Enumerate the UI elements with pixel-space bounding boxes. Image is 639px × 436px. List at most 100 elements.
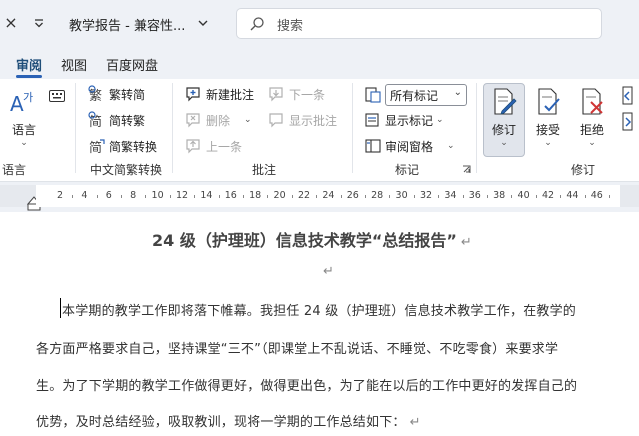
- ruler-minor-mark: [194, 195, 196, 198]
- ruler-tick-label: 32: [419, 190, 433, 201]
- simplified-to-traditional-icon: 简: [88, 111, 102, 129]
- simplified-to-traditional-button[interactable]: 简 简转繁: [88, 110, 145, 130]
- search-placeholder: 搜索: [277, 19, 304, 34]
- next-comment-icon: [269, 87, 283, 102]
- previous-comment-button[interactable]: 上一条: [185, 136, 242, 156]
- reviewing-pane-button[interactable]: 审阅窗格 ⌄: [364, 136, 455, 156]
- ruler-minor-mark: [413, 195, 415, 198]
- ruler-tick-label: 40: [517, 190, 530, 201]
- quick-access-dropdown-icon[interactable]: [32, 14, 46, 32]
- ruler-tick-label: 30: [395, 190, 408, 201]
- group-separator: [476, 83, 477, 173]
- track-changes-content[interactable]: 修订 ⌄: [484, 87, 524, 148]
- chevron-down-icon: ⌄: [544, 138, 552, 148]
- ruler-tick-label: 10: [151, 190, 164, 201]
- tab-view[interactable]: 视图: [61, 55, 87, 74]
- ruler-tick-label: 28: [371, 190, 384, 201]
- ruler-minor-mark: [340, 195, 342, 198]
- new-comment-button[interactable]: 新建批注: [185, 84, 254, 104]
- ruler-tick-label: 14: [200, 190, 213, 201]
- ruler-tick-label: 4: [81, 190, 88, 201]
- ruler-tick-label: 42: [541, 190, 555, 201]
- show-markup-button[interactable]: 显示标记 ⌄: [364, 110, 444, 130]
- chevron-down-icon: ⌄: [447, 141, 455, 151]
- document-title[interactable]: 教学报告 - 兼容性...: [69, 15, 185, 34]
- keyboard-icon[interactable]: [49, 90, 65, 102]
- chevron-down-icon[interactable]: [196, 16, 210, 30]
- reject-button[interactable]: 拒绝 ⌄: [575, 87, 609, 148]
- title-bar: × 教学报告 - 兼容性... 搜索: [0, 0, 639, 46]
- group-separator: [172, 83, 173, 173]
- ruler-tick-label: 18: [249, 190, 262, 201]
- next-comment-button[interactable]: 下一条: [268, 84, 325, 104]
- ruler-minor-mark: [560, 195, 562, 198]
- document-page[interactable]: 24 级（护理班）信息技术教学“总结报告” ↵ ↵ 本学期的教学工作即将落下帷幕。…: [0, 212, 639, 436]
- display-for-review-icon: [365, 87, 381, 103]
- show-comments-button[interactable]: 显示批注: [268, 110, 337, 130]
- accept-icon: [538, 88, 560, 115]
- language-button[interactable]: A 가 语言 ⌄: [6, 87, 42, 148]
- conversion-icon: 简: [89, 139, 105, 155]
- ruler-minor-mark: [72, 195, 74, 198]
- ruler-minor-mark: [218, 195, 220, 198]
- chevron-down-icon: ⌄: [588, 138, 596, 148]
- ruler-minor-mark: [487, 195, 488, 198]
- ruler-tick-label: 26: [346, 190, 359, 201]
- horizontal-ruler-area: 2 4 6 8 10 12 14 16 18 20 22 24 26 28 30 32 34 36 38 40 42 44…: [0, 182, 639, 212]
- chevron-down-icon: ⌄: [453, 87, 462, 98]
- ruler-minor-mark: [511, 195, 513, 198]
- next-change-icon[interactable]: [620, 112, 636, 132]
- chevron-down-icon: ⌄: [436, 115, 444, 125]
- reject-icon: [582, 88, 603, 115]
- close-icon[interactable]: ×: [2, 14, 20, 32]
- empty-paragraph-mark: ↵: [323, 264, 334, 279]
- chinese-conversion-button[interactable]: 简 简繁转换: [88, 136, 157, 156]
- group-label-comments: 批注: [252, 163, 277, 177]
- ruler-tick-label: 46: [590, 190, 603, 201]
- ruler-tick-label: 6: [105, 190, 112, 201]
- document-heading: 24 级（护理班）信息技术教学“总结报告” ↵: [152, 231, 472, 250]
- svg-text:A: A: [10, 92, 24, 116]
- paragraph-mark: ↵: [409, 415, 421, 430]
- ruler-tick-label: 36: [468, 190, 481, 201]
- paragraph-mark: ↵: [460, 235, 472, 250]
- svg-text:简: 简: [89, 114, 102, 129]
- markup-display-select[interactable]: 所有标记 ⌄: [385, 84, 467, 106]
- body-line-4: 优势，及时总结经验，吸取教训，现将一学期的工作总结如下： ↵: [36, 411, 421, 430]
- ruler-minor-mark: [316, 195, 318, 198]
- ruler[interactable]: 2 4 6 8 10 12 14 16 18 20 22 24 26 28 30 32 34 36 38 40 42 44…: [36, 185, 620, 207]
- ruler-minor-mark: [121, 195, 122, 198]
- tab-baidu-netdisk[interactable]: 百度网盘: [106, 55, 158, 74]
- accept-button[interactable]: 接受 ⌄: [531, 87, 565, 148]
- ruler-tick-label: 12: [175, 190, 189, 201]
- previous-comment-icon: [186, 139, 200, 154]
- track-changes-icon: [494, 88, 517, 115]
- active-tab-indicator: [16, 75, 42, 78]
- ruler-minor-mark: [438, 195, 440, 198]
- ribbon: A 가 语言 ⌄ 语言 繁 繁转简 简 简转繁 简 简繁转换 中文简繁转换 新建…: [0, 79, 639, 182]
- svg-text:繁: 繁: [89, 88, 102, 103]
- ruler-minor-mark: [96, 195, 98, 198]
- ruler-minor-mark: [389, 195, 391, 198]
- tab-review[interactable]: 审阅: [16, 55, 42, 74]
- group-label-changes: 修订: [571, 163, 596, 177]
- ruler-minor-mark: [267, 195, 269, 198]
- chevron-down-icon: ⌄: [244, 115, 252, 125]
- body-line-4-text: 优势，及时总结经验，吸取教训，现将一学期的工作总结如下：: [36, 415, 406, 430]
- ruler-minor-mark: [462, 195, 464, 198]
- ribbon-tabs: 审阅 视图 百度网盘: [0, 46, 639, 79]
- ruler-minor-mark: [584, 195, 586, 198]
- previous-change-icon[interactable]: [620, 86, 636, 106]
- ruler-minor-mark: [609, 195, 610, 198]
- traditional-to-simplified-button[interactable]: 繁 繁转简: [88, 84, 145, 104]
- show-markup-icon: [365, 113, 379, 127]
- search-input[interactable]: 搜索: [236, 8, 602, 39]
- show-comments-icon: [269, 113, 283, 128]
- delete-comment-button[interactable]: 删除 ⌄: [185, 110, 252, 130]
- delete-comment-icon: [186, 113, 200, 128]
- ruler-tick-label: 44: [566, 190, 579, 201]
- dialog-launcher-icon[interactable]: [462, 165, 471, 174]
- ruler-tick-label: 34: [444, 190, 457, 201]
- group-label-tracking: 标记: [395, 163, 420, 177]
- body-line-1: 本学期的教学工作即将落下帷幕。我担任 24 级（护理班）信息技术教学工作，在教学…: [62, 304, 577, 319]
